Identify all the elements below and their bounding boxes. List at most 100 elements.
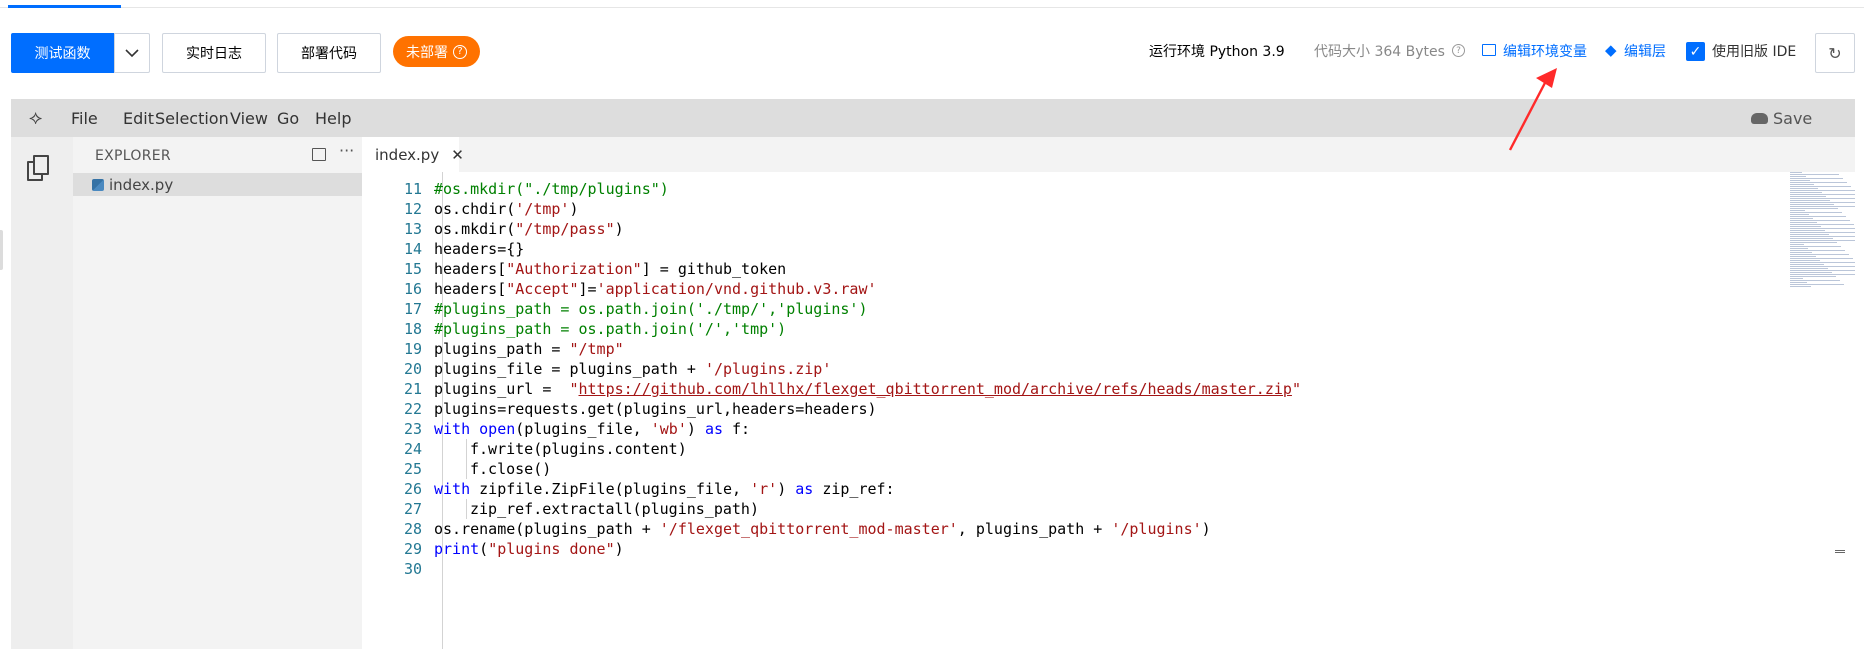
cloud-upload-icon (1751, 113, 1768, 124)
minimap[interactable] (1790, 172, 1855, 292)
code-text: #plugins_path = os.path.join('./tmp/','p… (434, 300, 868, 318)
edit-layer-link[interactable]: 编辑层 (1624, 41, 1666, 61)
line-number: 14 (403, 240, 422, 258)
line-number: 28 (403, 520, 422, 538)
code-line[interactable]: 28 os.rename(plugins_path + '/flexget_qbi… (362, 519, 1782, 539)
explorer-title: EXPLORER (95, 148, 171, 164)
code-text: #plugins_path = os.path.join('/','tmp') (434, 320, 787, 338)
menu-go[interactable]: Go (277, 109, 299, 128)
code-text: headers["Authorization"] = github_token (434, 260, 787, 278)
code-line[interactable]: 27 zip_ref.extractall(plugins_path) (362, 499, 1782, 519)
code-line[interactable]: 21 plugins_url = "https://github.com/lhll… (362, 379, 1782, 399)
code-text: os.rename(plugins_path + '/flexget_qbitt… (434, 520, 1211, 538)
code-line[interactable]: 29 print("plugins done") (362, 539, 1782, 559)
code-line[interactable]: 24 f.write(plugins.content) (362, 439, 1782, 459)
line-number: 19 (403, 340, 422, 358)
line-number: 23 (403, 420, 422, 438)
ide-logo-icon: ⟡ (29, 105, 43, 129)
chevron-down-icon (125, 48, 139, 57)
code-line[interactable]: 16 headers["Accept"]='application/vnd.git… (362, 279, 1782, 299)
code-line[interactable]: 13 os.mkdir("/tmp/pass") (362, 219, 1782, 239)
help-icon: ? (453, 44, 467, 59)
line-number: 17 (403, 300, 422, 318)
code-line[interactable]: 19 plugins_path = "/tmp" (362, 339, 1782, 359)
code-editor[interactable]: 11 #os.mkdir("./tmp/plugins") 12 os.chdir('… (362, 172, 1855, 649)
code-text: os.chdir('/tmp') (434, 200, 579, 218)
edit-env-vars-link[interactable]: 编辑环境变量 (1503, 41, 1587, 61)
indent-guide (466, 459, 467, 479)
refresh-icon: ↻ (1828, 43, 1842, 63)
code-line[interactable]: 14 headers={} (362, 239, 1782, 259)
code-text: f.close() (470, 460, 552, 478)
line-number: 15 (403, 260, 422, 278)
line-number: 11 (403, 180, 422, 198)
code-text: with open(plugins_file, 'wb') as f: (434, 420, 751, 438)
code-size-info: 代码大小 364 Bytes (1314, 44, 1445, 60)
monitor-icon (1482, 44, 1496, 56)
indent-guide (466, 439, 467, 459)
use-legacy-ide-checkbox[interactable]: ✓ (1686, 42, 1705, 61)
menu-file[interactable]: File (71, 109, 98, 128)
file-item-index-py[interactable]: index.py (73, 173, 362, 196)
code-text: with zipfile.ZipFile(plugins_file, 'r') … (434, 480, 895, 498)
close-icon[interactable]: ✕ (451, 146, 464, 164)
collapse-all-icon[interactable] (312, 148, 326, 161)
line-number: 18 (403, 320, 422, 338)
test-function-dropdown-button[interactable] (114, 33, 150, 73)
side-drawer-handle[interactable] (0, 230, 3, 270)
code-text: plugins_file = plugins_path + '/plugins.… (434, 360, 832, 378)
layers-icon: ◆ (1605, 41, 1617, 59)
menu-edit[interactable]: Edit (123, 109, 154, 128)
code-line[interactable]: 17 #plugins_path = os.path.join('./tmp/',… (362, 299, 1782, 319)
code-text: os.mkdir("/tmp/pass") (434, 220, 624, 238)
code-line[interactable]: 25 f.close() (362, 459, 1782, 479)
overview-ruler-mark (1835, 550, 1845, 553)
deploy-status-label: 未部署 (406, 44, 448, 61)
python-file-icon (92, 178, 104, 191)
line-number: 25 (403, 460, 422, 478)
deploy-status-badge[interactable]: 未部署 ? (393, 36, 480, 67)
realtime-log-button[interactable]: 实时日志 (162, 33, 266, 73)
line-number: 26 (403, 480, 422, 498)
code-text: plugins_url = "https://github.com/lhllhx… (434, 380, 1301, 398)
cloud-ide: ⟡ File Edit Selection View Go Help Save … (11, 99, 1855, 649)
ide-menubar: ⟡ File Edit Selection View Go Help Save (11, 99, 1855, 137)
code-size-help-icon[interactable]: ? (1452, 44, 1465, 57)
runtime-info: 运行环境 Python 3.9 (1149, 44, 1285, 60)
tab-label: index.py (375, 145, 440, 164)
code-line[interactable]: 23 with open(plugins_file, 'wb') as f: (362, 419, 1782, 439)
more-actions-icon[interactable]: ··· (339, 141, 354, 160)
code-line[interactable]: 11 #os.mkdir("./tmp/plugins") (362, 179, 1782, 199)
test-function-button[interactable]: 测试函数 (11, 33, 114, 73)
menu-view[interactable]: View (230, 109, 268, 128)
code-line[interactable]: 15 headers["Authorization"] = github_toke… (362, 259, 1782, 279)
files-icon[interactable] (27, 155, 49, 181)
line-number: 20 (403, 360, 422, 378)
code-text: #os.mkdir("./tmp/plugins") (434, 180, 669, 198)
code-line[interactable]: 26 with zipfile.ZipFile(plugins_file, 'r'… (362, 479, 1782, 499)
code-line[interactable]: 12 os.chdir('/tmp') (362, 199, 1782, 219)
active-top-tab-indicator (8, 5, 121, 8)
line-number: 30 (403, 560, 422, 578)
refresh-button[interactable]: ↻ (1815, 33, 1855, 73)
menu-selection[interactable]: Selection (155, 109, 229, 128)
code-line[interactable]: 22 plugins=requests.get(plugins_url,heade… (362, 399, 1782, 419)
line-number: 21 (403, 380, 422, 398)
code-line[interactable]: 20 plugins_file = plugins_path + '/plugin… (362, 359, 1782, 379)
code-line[interactable]: 18 #plugins_path = os.path.join('/','tmp'… (362, 319, 1782, 339)
explorer-panel: EXPLORER ··· index.py (73, 137, 362, 649)
save-label: Save (1773, 109, 1813, 128)
line-number: 13 (403, 220, 422, 238)
menu-help[interactable]: Help (315, 109, 351, 128)
use-legacy-ide-label: 使用旧版 IDE (1712, 44, 1797, 60)
deploy-code-button[interactable]: 部署代码 (277, 33, 381, 73)
code-text: headers["Accept"]='application/vnd.githu… (434, 280, 877, 298)
save-button[interactable]: Save (1751, 109, 1812, 128)
code-line[interactable]: 30 (362, 559, 1782, 579)
line-number: 29 (403, 540, 422, 558)
top-tab-strip (0, 0, 1864, 8)
tab-index-py[interactable]: index.py ✕ (362, 137, 464, 172)
activity-bar (11, 137, 73, 649)
code-text: headers={} (434, 240, 525, 258)
file-name: index.py (109, 175, 174, 194)
